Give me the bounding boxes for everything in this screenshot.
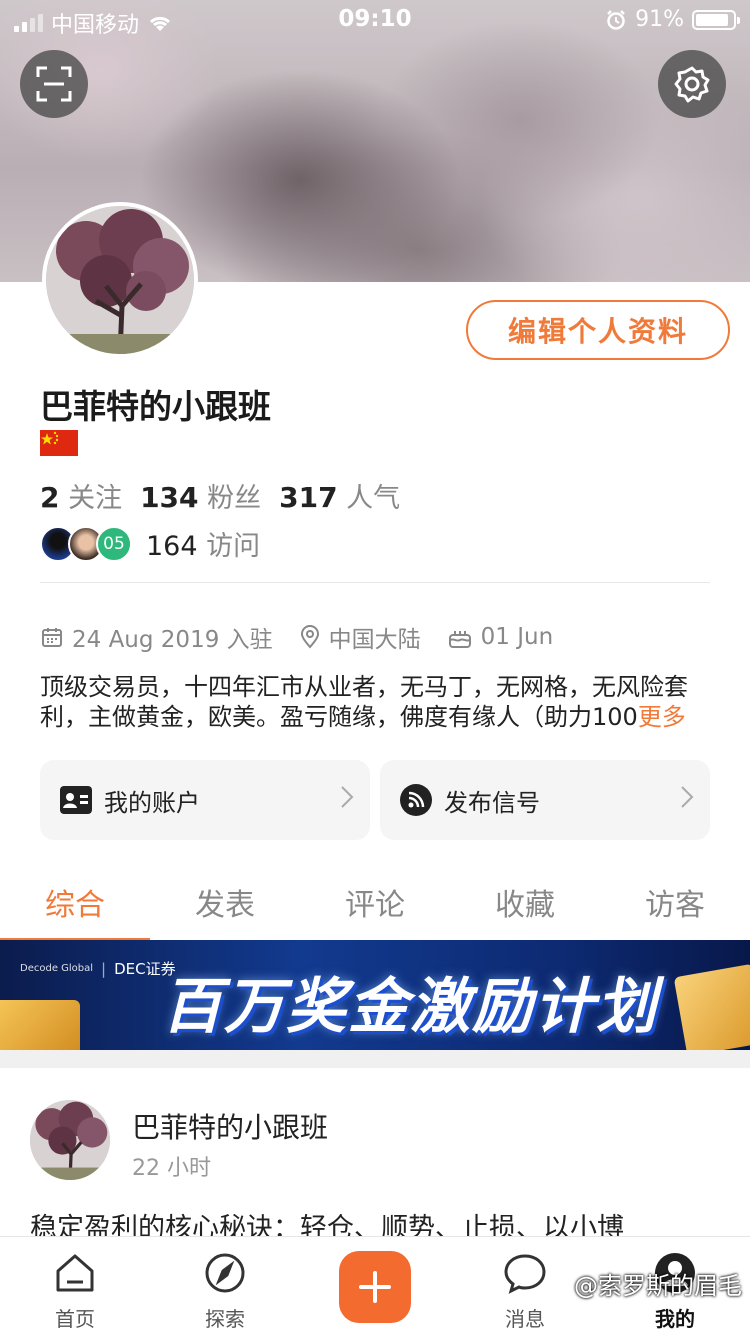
chevron-right-icon — [340, 785, 370, 816]
tab-favorites[interactable]: 收藏 — [450, 860, 600, 940]
nav-mine-label: 我的 — [655, 1307, 695, 1331]
create-post-button[interactable] — [339, 1251, 411, 1323]
nav-explore[interactable]: 探索 — [150, 1237, 300, 1334]
tab-comments[interactable]: 评论 — [300, 860, 450, 940]
nav-messages-label: 消息 — [505, 1307, 545, 1331]
nav-explore-label: 探索 — [205, 1307, 245, 1331]
my-account-label: 我的账户 — [104, 788, 200, 817]
post-author-name[interactable]: 巴菲特的小跟班 — [132, 1106, 328, 1146]
join-date: 24 Aug 2019 入驻 — [72, 627, 273, 653]
gift-box-right — [673, 963, 750, 1050]
gift-box-left — [0, 1000, 80, 1050]
bio-more-link[interactable]: 更多 — [638, 703, 686, 731]
settings-button[interactable] — [658, 50, 726, 118]
banner-brand: Decode Global | DEC证券 — [20, 959, 176, 979]
profile-meta: 24 Aug 2019 入驻 中国大陆 01 Jun — [40, 620, 579, 654]
profile-username: 巴菲特的小跟班 — [40, 387, 271, 426]
tree-avatar-image — [46, 206, 194, 354]
chevron-right-icon — [680, 785, 710, 816]
publish-signal-card[interactable]: 发布信号 — [380, 760, 710, 840]
alarm-icon — [607, 9, 625, 30]
following-stat[interactable]: 2 关注 — [40, 476, 122, 515]
compass-icon — [205, 1253, 245, 1293]
decode-global-logo: Decode Global — [20, 963, 94, 974]
promo-banner[interactable]: Decode Global | DEC证券 百万奖金激励计划 — [0, 940, 750, 1050]
scan-icon — [36, 66, 72, 102]
home-icon — [56, 1254, 94, 1292]
location-pin-icon — [300, 625, 319, 649]
gear-icon — [674, 66, 710, 103]
location-text: 中国大陆 — [328, 627, 421, 653]
chat-bubble-icon — [504, 1254, 546, 1294]
bio-text: 顶级交易员，十四年汇市从业者，无马丁，无网格，无风险套利，主做黄金，欧美。盈亏随… — [40, 673, 688, 731]
tab-posts[interactable]: 发表 — [150, 860, 300, 940]
visits-count: 164 访问 — [146, 531, 261, 562]
rss-signal-icon — [400, 784, 432, 816]
profile-bio: 顶级交易员，十四年汇市从业者，无马丁，无网格，无风险套利，主做黄金，欧美。盈亏随… — [40, 672, 710, 732]
section-gap — [0, 1050, 750, 1068]
id-card-icon — [60, 786, 92, 814]
visitor-count-badge: 05 — [96, 525, 132, 562]
china-flag-icon — [40, 430, 78, 456]
tree-avatar-image — [30, 1100, 110, 1180]
tab-visitors[interactable]: 访客 — [600, 860, 750, 940]
scan-button[interactable] — [20, 50, 88, 118]
battery-icon — [692, 9, 740, 30]
calendar-icon — [42, 628, 62, 647]
publish-signal-label: 发布信号 — [444, 788, 540, 817]
nav-home[interactable]: 首页 — [0, 1237, 150, 1334]
battery-percent: 91% — [635, 7, 684, 32]
banner-title: 百万奖金激励计划 — [162, 972, 658, 1042]
nav-home-label: 首页 — [55, 1307, 95, 1331]
profile-tabs: 综合 发表 评论 收藏 访客 — [0, 860, 750, 942]
birthday-text: 01 Jun — [480, 624, 554, 650]
status-bar: 中国移动 09:10 91% — [0, 0, 750, 40]
post-timestamp: 22 小时 — [132, 1156, 211, 1181]
birthday-cake-icon — [448, 631, 471, 648]
post-author-avatar[interactable] — [30, 1100, 110, 1180]
my-account-card[interactable]: 我的账户 — [40, 760, 370, 840]
popularity-stat: 317 人气 — [279, 481, 401, 514]
tab-overview[interactable]: 综合 — [0, 860, 150, 942]
divider — [40, 582, 710, 583]
watermark-text: @索罗斯的眉毛 — [574, 1272, 742, 1300]
plus-icon — [359, 1271, 391, 1303]
profile-stats: 2 关注 134 粉丝 317 人气 — [40, 476, 408, 515]
profile-avatar[interactable] — [42, 202, 198, 358]
edit-profile-button[interactable]: 编辑个人资料 — [466, 300, 730, 360]
followers-stat[interactable]: 134 粉丝 — [140, 476, 261, 515]
visitors-row[interactable]: 05 164 访问 — [40, 524, 260, 563]
